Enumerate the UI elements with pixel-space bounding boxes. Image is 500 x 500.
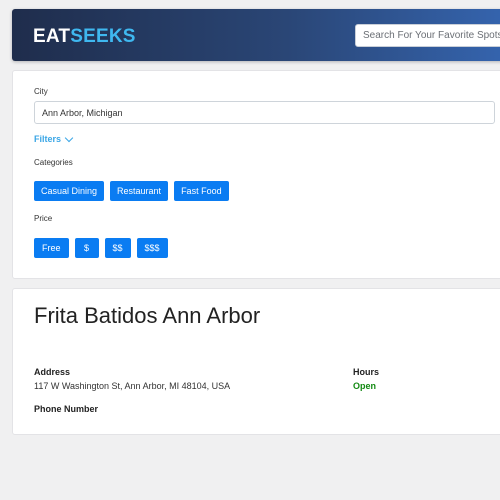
restaurant-name[interactable]: Frita Batidos Ann Arbor — [34, 303, 260, 329]
logo-text-eat: EAT — [33, 26, 71, 47]
category-casual-dining-button[interactable]: Casual Dining — [34, 181, 105, 201]
filter-panel: City Filters Categories Casual Dining Re… — [12, 70, 500, 279]
app-header: EATSEEKS — [12, 9, 500, 61]
filters-toggle-label: Filters — [34, 134, 62, 144]
price-free-button[interactable]: Free — [34, 238, 69, 258]
address-value: 117 W Washington St, Ann Arbor, MI 48104… — [34, 381, 231, 391]
search-input[interactable] — [355, 24, 500, 47]
restaurant-card: Frita Batidos Ann Arbor Address 117 W Wa… — [12, 288, 500, 435]
chevron-down-icon — [64, 133, 74, 142]
address-label: Address — [34, 367, 71, 377]
category-restaurant-button[interactable]: Restaurant — [110, 181, 169, 201]
logo-text-seeks: SEEKS — [70, 26, 136, 47]
categories-label: Categories — [34, 158, 73, 167]
city-label: City — [34, 87, 48, 96]
phone-label: Phone Number — [34, 404, 99, 414]
category-button-group: Casual Dining Restaurant Fast Food — [34, 181, 229, 201]
price-2-button[interactable]: $$ — [104, 238, 131, 258]
price-3-button[interactable]: $$$ — [136, 238, 168, 258]
filters-toggle[interactable]: Filters — [34, 133, 74, 144]
price-label: Price — [34, 214, 53, 223]
hours-label: Hours — [353, 367, 380, 377]
price-1-button[interactable]: $ — [74, 238, 99, 258]
price-button-group: Free $ $$ $$$ — [34, 238, 168, 258]
city-input[interactable] — [34, 101, 495, 124]
hours-status: Open — [353, 381, 377, 391]
app-logo[interactable]: EATSEEKS — [33, 26, 136, 48]
category-fast-food-button[interactable]: Fast Food — [174, 181, 229, 201]
